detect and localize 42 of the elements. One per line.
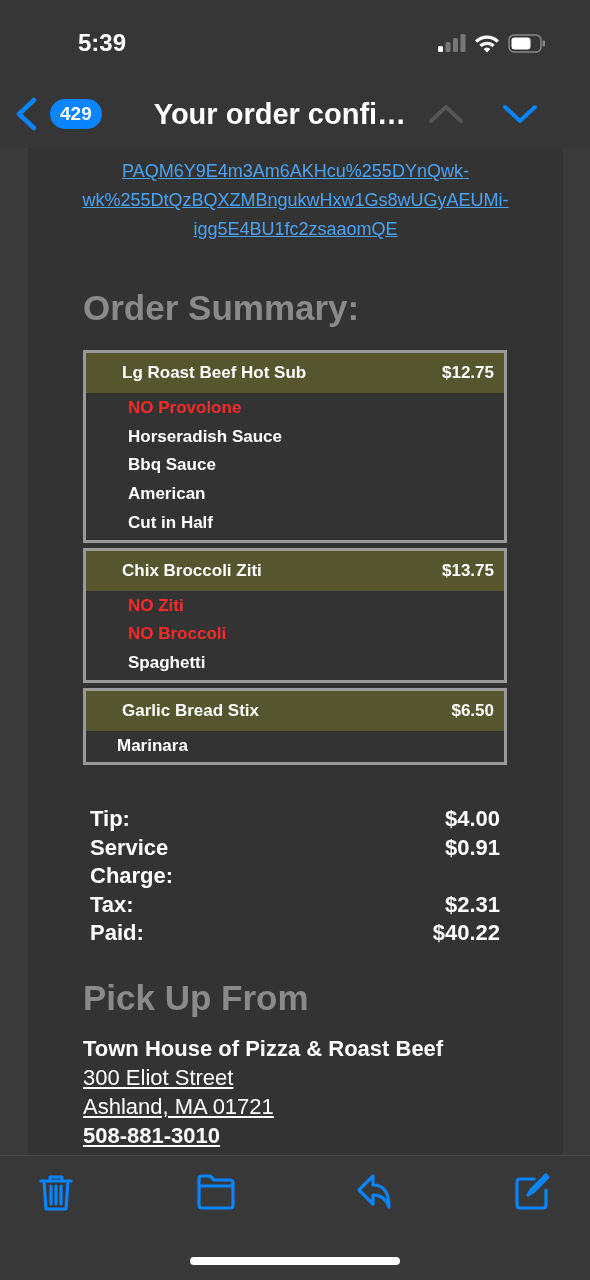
clock-time: 5:39 [78,29,127,57]
item-price: $13.75 [442,560,494,581]
total-amount: $4.00 [443,805,500,834]
total-label: Paid: [90,919,145,948]
battery-icon [508,33,546,53]
removed-option: NO Broccoli [86,620,504,649]
email-link[interactable]: PAQM6Y9E4m3Am6AKHcu%255DYnQwk- [122,157,469,186]
total-amount: $2.31 [443,890,500,919]
section-heading: Order Summary: [83,287,361,329]
item-option: Horseradish Sauce [86,422,504,452]
wifi-icon [474,33,500,53]
total-label: Service Charge: [90,833,175,891]
compose-button[interactable] [513,1173,552,1213]
item-name: Lg Roast Beef Hot Sub [122,363,307,383]
message-title: Your order confi… [153,97,407,131]
address-link[interactable]: Ashland, MA 01721 [83,1091,274,1121]
address-link[interactable]: 300 Eliot Street [83,1062,234,1092]
item-option: American [86,480,504,509]
total-amount: $40.22 [431,919,500,948]
back-button[interactable] [14,97,38,131]
total-label: Tax: [90,890,135,919]
removed-option: NO Provolone [86,394,504,423]
item-name: Garlic Bread Stix [122,700,259,721]
item-price: $12.75 [442,363,494,383]
phone-link[interactable]: 508-881-3010 [83,1120,220,1150]
item-option: Bbq Sauce [86,451,504,481]
next-message-button[interactable] [502,104,539,124]
restaurant-name: Town House of Pizza & Roast Beef [83,1034,445,1063]
signal-icon [438,34,466,52]
item-name: Chix Broccoli Ziti [122,560,262,581]
email-link[interactable]: igg5E4BU1fc2zsaaomQE [193,215,398,244]
section-heading: Pick Up From [83,976,310,1019]
removed-option: NO Ziti [86,591,504,621]
total-amount: $0.91 [443,833,500,862]
item-option: Cut in Half [86,508,504,538]
folder-button[interactable] [196,1173,235,1213]
item-price: $6.50 [451,700,494,721]
total-label: Tip: [90,805,131,834]
item-option: Marinara [86,731,504,761]
unread-count-badge: 429 [50,99,102,129]
email-link[interactable]: wk%255DtQzBQXZMBngukwHxw1Gs8wUGyAEUMi- [82,186,509,215]
item-option: Spaghetti [86,648,504,678]
